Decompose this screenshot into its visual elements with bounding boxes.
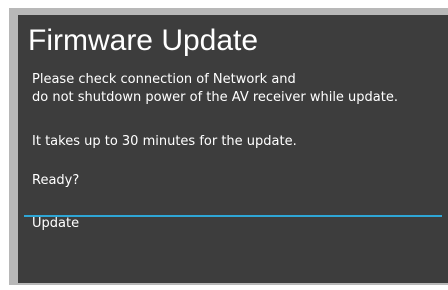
dialog-title: Firmware Update [28,24,259,57]
duration-note: It takes up to 30 minutes for the update… [32,134,297,149]
update-button[interactable]: Update [24,215,442,235]
message-line-1: Please check connection of Network and [32,72,296,87]
message-line-2: do not shutdown power of the AV receiver… [32,90,398,105]
update-button-label: Update [32,216,80,231]
ready-prompt: Ready? [32,173,80,188]
